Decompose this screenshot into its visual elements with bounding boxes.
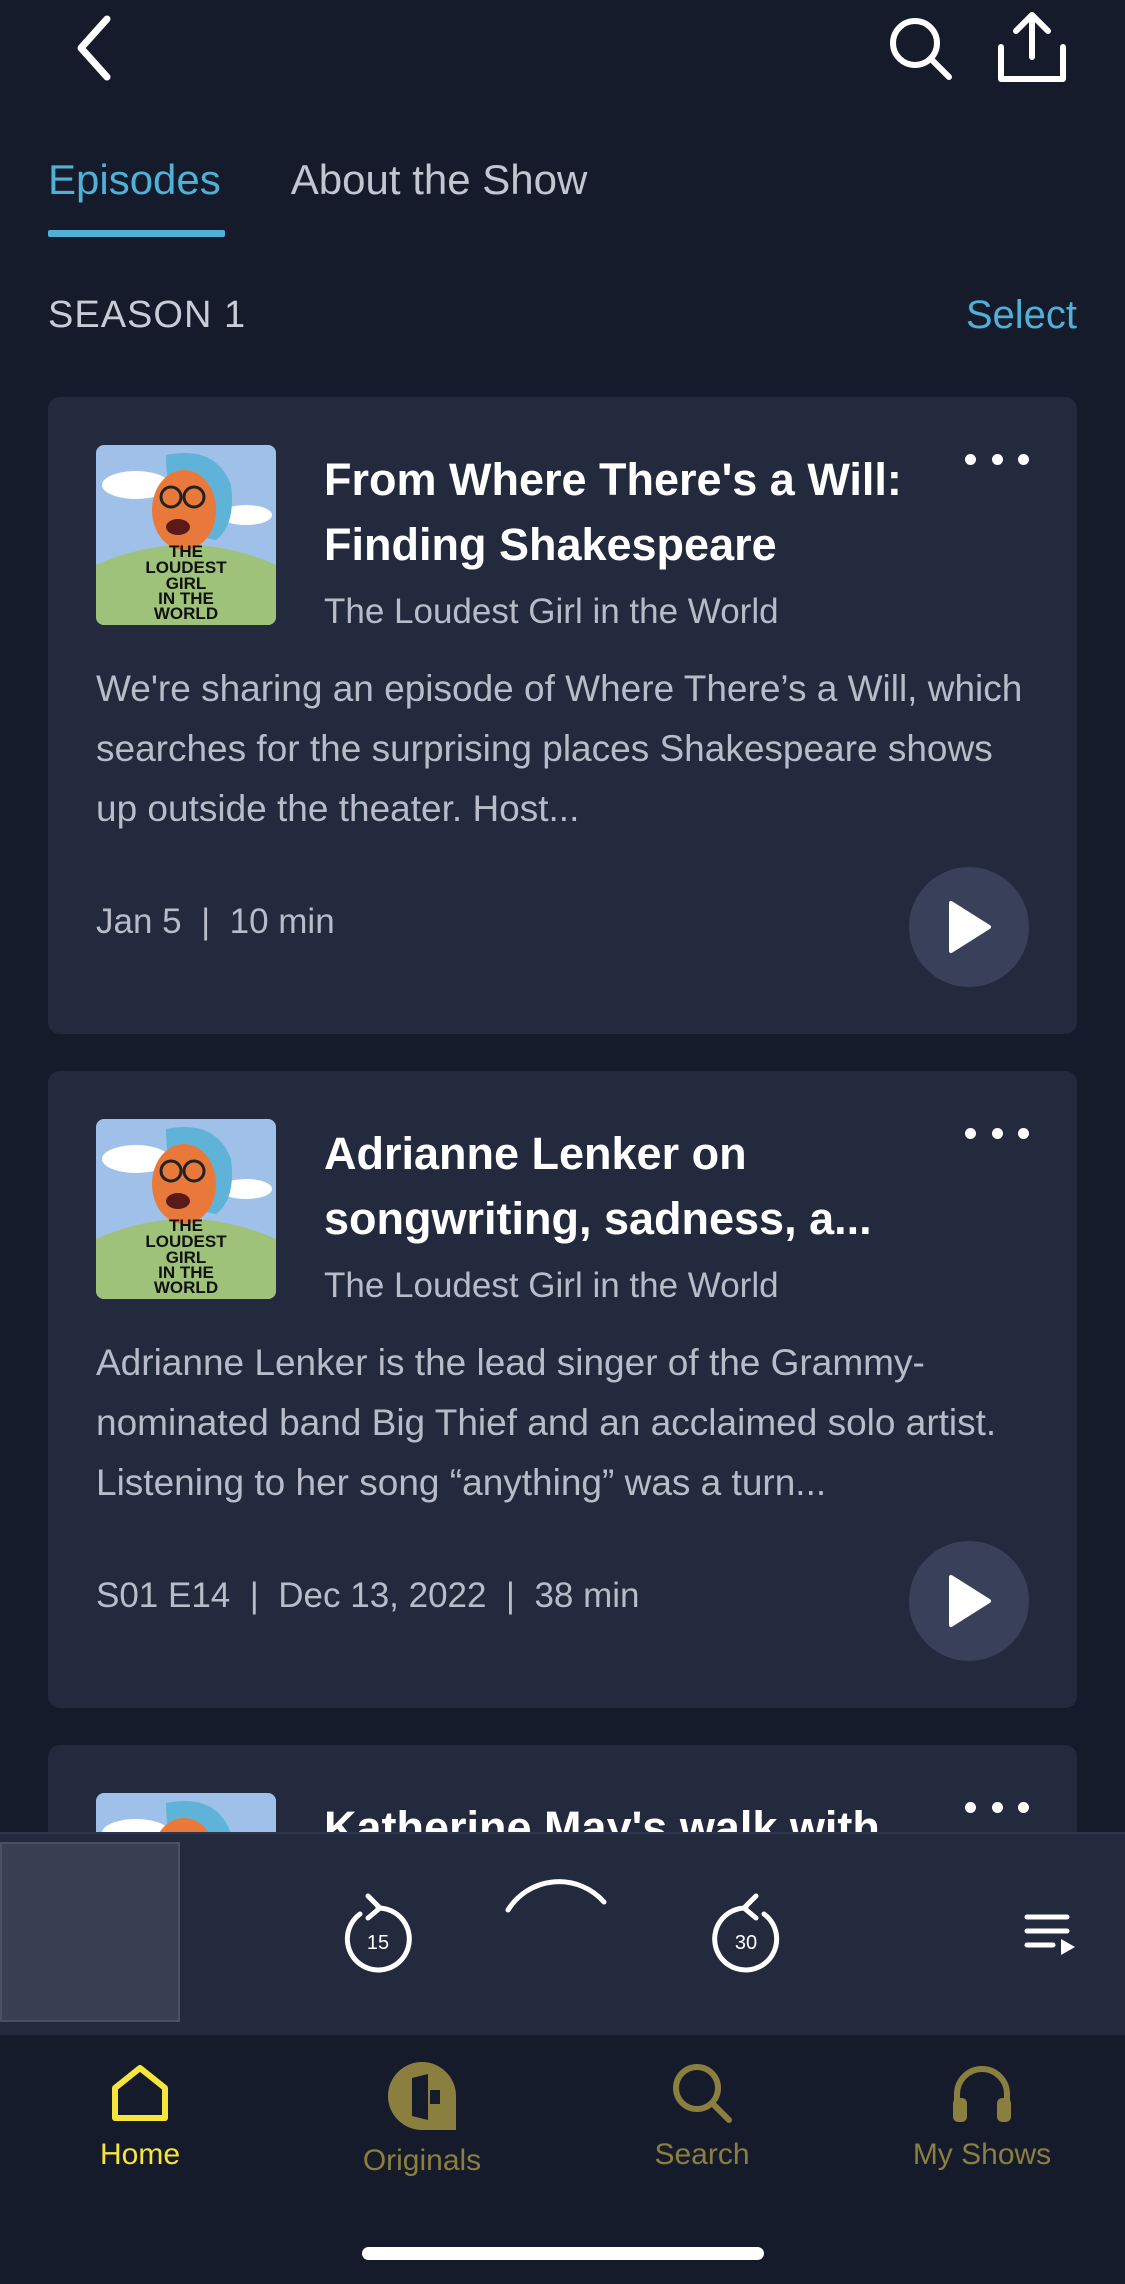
play-button[interactable] xyxy=(909,1541,1029,1661)
nav-search[interactable]: Search xyxy=(592,2060,812,2220)
top-bar xyxy=(0,0,1125,100)
play-button[interactable] xyxy=(909,867,1029,987)
search-icon xyxy=(673,2064,732,2123)
chevron-left-icon xyxy=(77,15,111,81)
loading-indicator xyxy=(500,1874,612,1934)
tab-about-the-show[interactable]: About the Show xyxy=(291,150,588,240)
play-icon xyxy=(949,1575,991,1627)
episode-description: Adrianne Lenker is the lead singer of th… xyxy=(96,1342,997,1503)
search-icon xyxy=(890,18,952,80)
episode-title: From Where There's a Will: Finding Shake… xyxy=(324,454,902,570)
nav-home-label: Home xyxy=(99,2138,181,2171)
tab-episodes[interactable]: Episodes xyxy=(48,150,225,240)
episode-card[interactable]: THE LOUDEST GIRL IN THE WORLD From Where… xyxy=(48,397,1077,1034)
headphones-icon xyxy=(953,2066,1011,2122)
nav-my-shows[interactable]: My Shows xyxy=(872,2060,1092,2220)
rewind-15-icon: 15 xyxy=(344,1893,412,1973)
more-options-button[interactable] xyxy=(957,1113,1037,1153)
episode-artwork: THE LOUDEST GIRL IN THE WORLD xyxy=(96,445,276,625)
rewind-button[interactable]: 15 xyxy=(338,1886,418,1976)
svg-text:WORLD: WORLD xyxy=(154,604,218,623)
screen: Episodes About the Show SEASON 1 Select … xyxy=(0,0,1125,2284)
more-options-button[interactable] xyxy=(957,1787,1037,1827)
nav-home[interactable]: Home xyxy=(30,2060,250,2220)
season-header: SEASON 1 Select xyxy=(48,285,1077,345)
nav-my-shows-label: My Shows xyxy=(912,2138,1052,2171)
queue-button[interactable] xyxy=(1020,1904,1080,1964)
loading-spinner-icon xyxy=(505,1879,607,1913)
queue-list-icon xyxy=(1024,1914,1075,1955)
rewind-seconds: 15 xyxy=(367,1932,389,1954)
home-icon xyxy=(112,2065,168,2121)
episode-show-name: The Loudest Girl in the World xyxy=(324,592,779,631)
search-button[interactable] xyxy=(880,8,960,88)
episode-show-name: The Loudest Girl in the World xyxy=(324,1266,779,1305)
share-button[interactable] xyxy=(990,4,1074,90)
forward-button[interactable]: 30 xyxy=(706,1886,786,1976)
forward-30-icon: 30 xyxy=(712,1893,780,1973)
episode-card[interactable]: THE LOUDEST GIRL IN THE WORLD Adrianne L… xyxy=(48,1071,1077,1708)
episode-description: We're sharing an episode of Where There’… xyxy=(96,668,1023,829)
nav-originals[interactable]: Originals xyxy=(312,2060,532,2220)
share-icon xyxy=(998,12,1066,82)
now-playing-artwork[interactable] xyxy=(0,1842,180,2022)
season-label: SEASON 1 xyxy=(48,293,247,336)
forward-seconds: 30 xyxy=(735,1932,757,1954)
svg-text:WORLD: WORLD xyxy=(154,1278,218,1297)
episode-title: Adrianne Lenker on songwriting, sadness,… xyxy=(324,1128,872,1244)
episode-meta: Jan 5 | 10 min xyxy=(96,902,335,941)
episode-meta: S01 E14 | Dec 13, 2022 | 38 min xyxy=(96,1576,640,1615)
episode-artwork: THE LOUDEST GIRL IN THE WORLD xyxy=(96,1119,276,1299)
play-icon xyxy=(949,901,991,953)
select-button[interactable]: Select xyxy=(966,293,1077,338)
nav-search-label: Search xyxy=(654,2138,750,2171)
originals-icon xyxy=(388,2062,456,2130)
mini-player: 15 30 xyxy=(0,1832,1125,2035)
more-options-button[interactable] xyxy=(957,439,1037,479)
home-indicator xyxy=(362,2247,764,2260)
nav-originals-label: Originals xyxy=(362,2144,482,2177)
tab-bar: Episodes About the Show xyxy=(48,150,657,240)
back-button[interactable] xyxy=(58,8,128,88)
